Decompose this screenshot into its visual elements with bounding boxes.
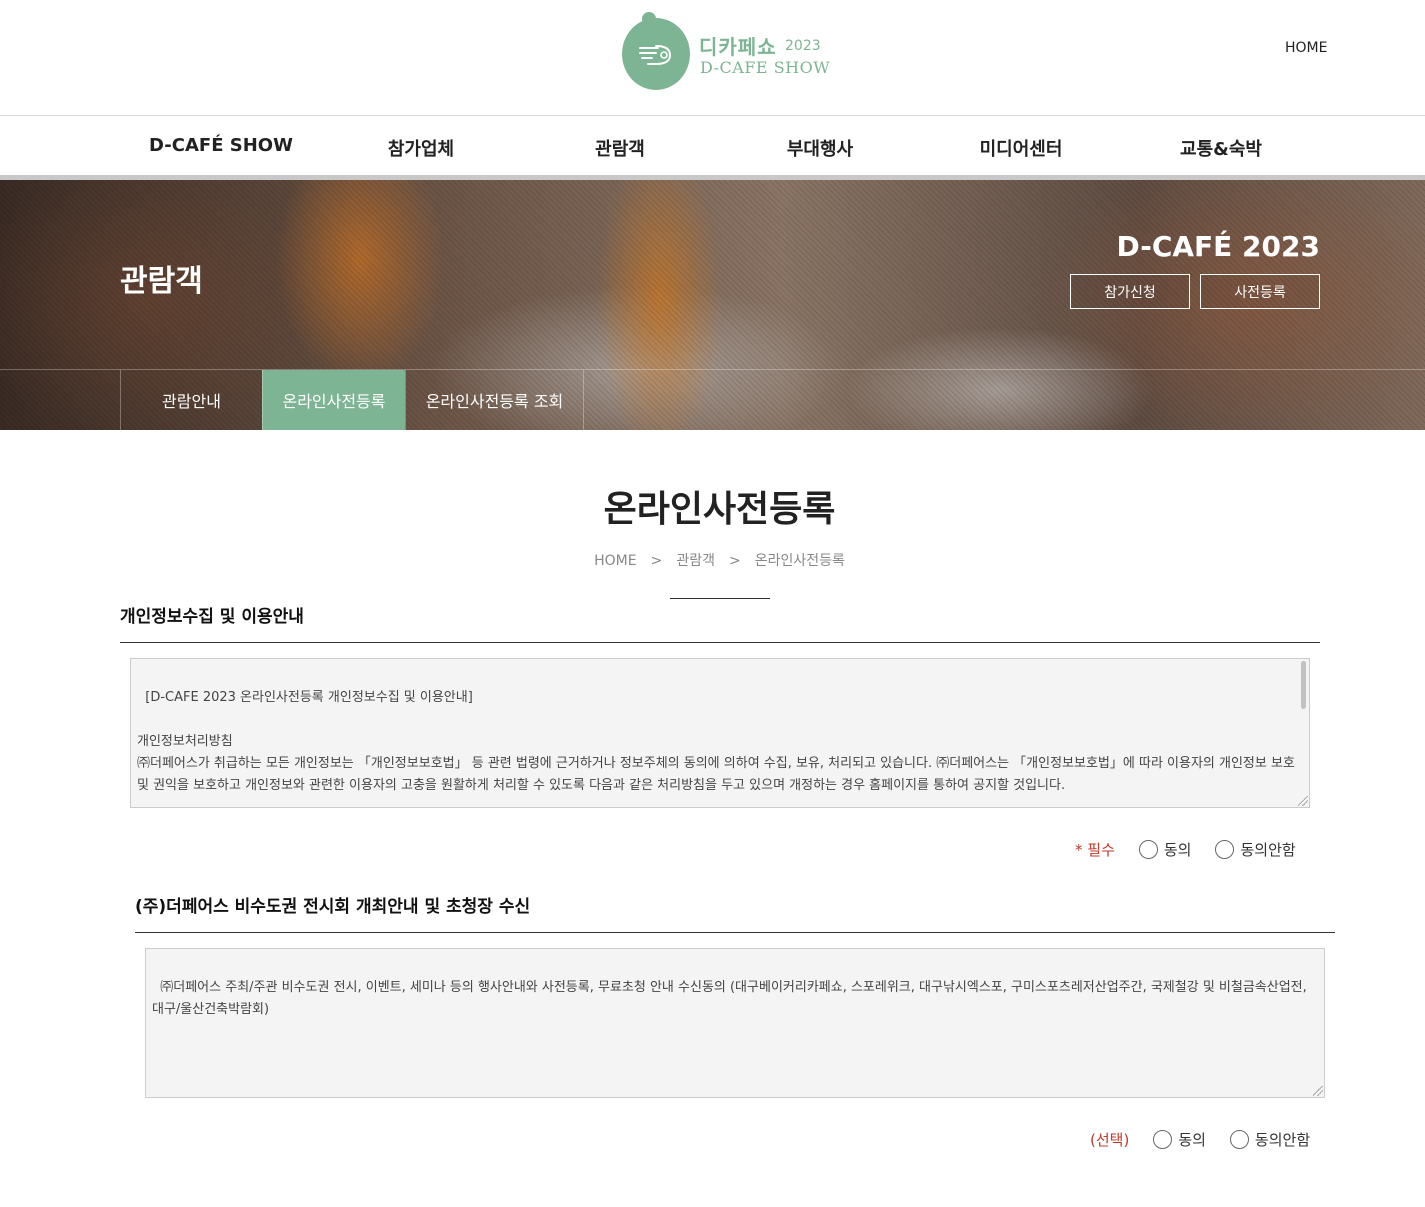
- privacy-disagree-label[interactable]: 동의안함: [1240, 839, 1295, 860]
- breadcrumb-visitors[interactable]: 관람객: [676, 553, 715, 569]
- pre-register-button[interactable]: 사전등록: [1200, 274, 1320, 309]
- resize-handle-icon[interactable]: [1313, 1086, 1323, 1096]
- gnb-item-traffic-lodging[interactable]: 교통&숙박: [1180, 135, 1262, 161]
- sub-visual-banner: 관람객 D-CAFÉ 2023 참가신청 사전등록 관람안내 온라인사전등록 온…: [0, 180, 1425, 430]
- gnb-item-exhibitors[interactable]: 참가업체: [388, 135, 454, 161]
- logo-english-text: D-CAFE SHOW: [700, 58, 831, 77]
- logo-mark: [622, 12, 690, 90]
- sub-navigation: 관람안내 온라인사전등록 온라인사전등록 조회: [0, 369, 1425, 430]
- breadcrumb-current: 온라인사전등록: [754, 553, 845, 569]
- subnav-item-registration-lookup[interactable]: 온라인사전등록 조회: [405, 370, 584, 430]
- optional-label: (선택): [1090, 1131, 1130, 1149]
- banner-title: 관람객: [120, 264, 203, 299]
- marketing-divider: [135, 932, 1335, 933]
- coffee-hand-icon: [639, 45, 672, 65]
- apply-exhibit-button[interactable]: 참가신청: [1070, 274, 1190, 309]
- marketing-agree-radio[interactable]: [1153, 1130, 1173, 1149]
- privacy-policy-textarea[interactable]: [D-CAFE 2023 온라인사전등록 개인정보수집 및 이용안내] 개인정보…: [130, 658, 1310, 808]
- page-title: 온라인사전등록: [603, 489, 836, 530]
- marketing-heading: (주)더페어스 비수도권 전시회 개최안내 및 초청장 수신: [135, 897, 531, 917]
- subnav-item-online-registration[interactable]: 온라인사전등록: [262, 370, 405, 430]
- privacy-heading: 개인정보수집 및 이용안내: [120, 607, 304, 627]
- privacy-policy-text: [D-CAFE 2023 온라인사전등록 개인정보수집 및 이용안내] 개인정보…: [137, 690, 1295, 793]
- gnb-item-media-center[interactable]: 미디어센터: [980, 135, 1063, 161]
- subnav-item-visitor-guide[interactable]: 관람안내: [120, 370, 262, 430]
- title-divider: [670, 598, 770, 599]
- home-link[interactable]: HOME: [1285, 40, 1327, 56]
- marketing-consent-text: ㈜더페어스 주최/주관 비수도권 전시, 이벤트, 세미나 등의 행사안내와 사…: [152, 980, 1311, 1017]
- marketing-agree-label[interactable]: 동의: [1178, 1129, 1206, 1150]
- logo-year: 2023: [785, 38, 821, 54]
- gnb-item-side-events[interactable]: 부대행사: [787, 135, 853, 161]
- breadcrumb: HOME > 관람객 > 온라인사전등록: [7, 550, 1425, 570]
- privacy-agree-label[interactable]: 동의: [1164, 839, 1192, 860]
- marketing-disagree-label[interactable]: 동의안함: [1255, 1129, 1310, 1150]
- breadcrumb-home[interactable]: HOME: [594, 553, 636, 569]
- logo-korean-text: 디카페쇼: [699, 35, 777, 59]
- breadcrumb-separator: >: [728, 553, 741, 569]
- marketing-consent-row: (선택) 동의 동의안함: [1090, 1129, 1310, 1150]
- resize-handle-icon[interactable]: [1298, 796, 1308, 806]
- privacy-agree-radio[interactable]: [1138, 840, 1158, 859]
- gnb-item-dcafe-show[interactable]: D-CAFÉ SHOW: [149, 135, 293, 156]
- main-navigation: D-CAFÉ SHOW 참가업체 관람객 부대행사 미디어센터 교통&숙박: [0, 116, 1425, 180]
- marketing-consent-textarea[interactable]: ㈜더페어스 주최/주관 비수도권 전시, 이벤트, 세미나 등의 행사안내와 사…: [145, 948, 1325, 1098]
- breadcrumb-separator: >: [650, 553, 663, 569]
- required-label: * 필수: [1075, 841, 1115, 859]
- textarea-scrollbar[interactable]: [1301, 661, 1306, 709]
- site-header: 디카페쇼 2023 D-CAFE SHOW HOME: [0, 0, 1425, 116]
- marketing-disagree-radio[interactable]: [1229, 1130, 1249, 1149]
- privacy-disagree-radio[interactable]: [1215, 840, 1235, 859]
- privacy-consent-row: * 필수 동의 동의안함: [1075, 839, 1296, 860]
- gnb-item-visitors[interactable]: 관람객: [595, 135, 645, 161]
- banner-subtitle: D-CAFÉ 2023: [1116, 230, 1320, 263]
- site-logo[interactable]: 디카페쇼 2023 D-CAFE SHOW: [622, 12, 830, 92]
- privacy-divider: [120, 642, 1320, 643]
